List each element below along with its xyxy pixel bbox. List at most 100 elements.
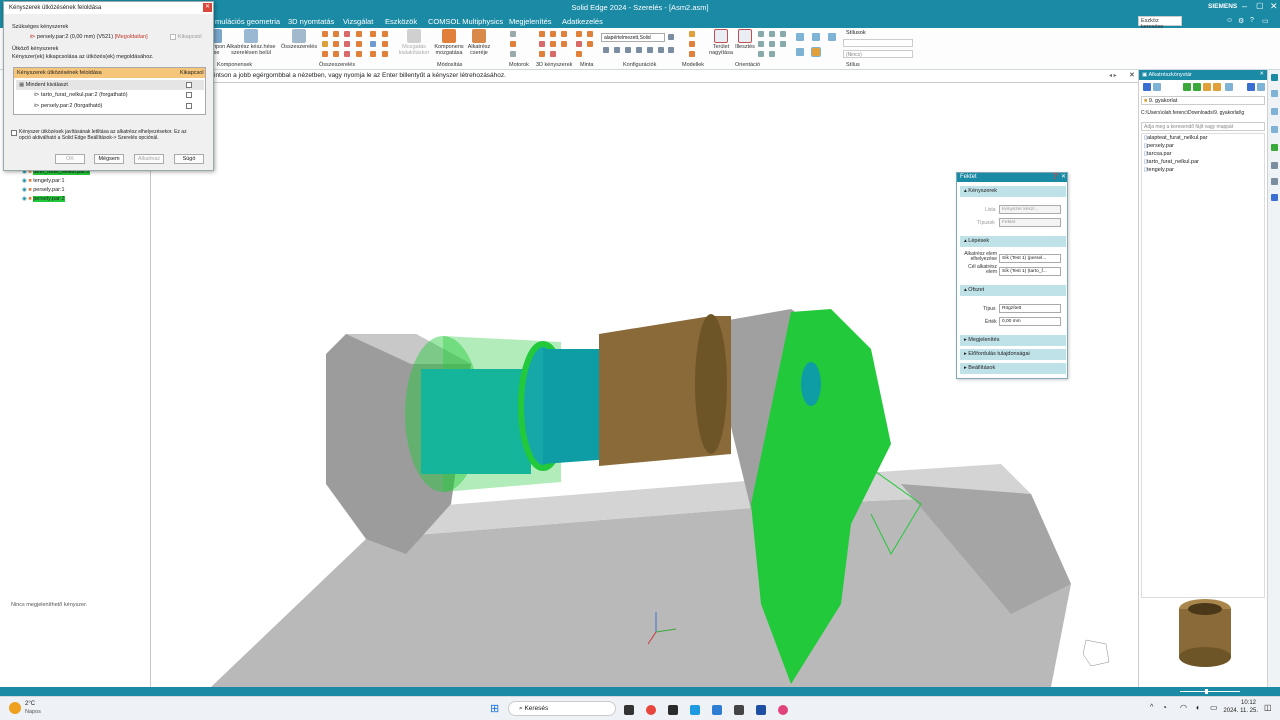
model-icon[interactable] — [689, 41, 695, 47]
needed-toggle-checkbox[interactable] — [170, 34, 176, 40]
section-settings[interactable]: ▸ Beállítások — [960, 363, 1066, 374]
tab-icon[interactable] — [1271, 144, 1278, 151]
folder-new-icon[interactable] — [1213, 83, 1221, 91]
tipusok-select[interactable]: Fektet — [999, 218, 1061, 227]
ok-button[interactable]: OK — [55, 154, 85, 164]
motor-icon[interactable] — [510, 41, 516, 47]
table-row[interactable]: ▦ Mindent kiválaszt — [16, 80, 204, 90]
app-icon[interactable] — [712, 705, 722, 715]
constraint-icon[interactable] — [382, 41, 388, 47]
apply-button[interactable]: Alkalmaz — [134, 154, 164, 164]
row-checkbox[interactable] — [186, 82, 192, 88]
view-icon[interactable] — [769, 51, 775, 57]
prompt-close-icon[interactable]: ✕ — [1129, 71, 1135, 79]
constraint-icon[interactable] — [344, 51, 350, 57]
constraint-icon[interactable] — [344, 41, 350, 47]
constraint-icon[interactable] — [322, 51, 328, 57]
3d-constraint-icon[interactable] — [561, 41, 567, 47]
notification-icon[interactable]: ◫ — [1264, 703, 1272, 712]
dialog-close-button[interactable]: ✕ — [203, 3, 212, 12]
section-occurrence[interactable]: ▸ Előfordulás tulajdonságai — [960, 349, 1066, 360]
assemble-button[interactable]: Összeszerelés — [281, 29, 317, 50]
view-cube-icon[interactable] — [828, 33, 836, 41]
nav-back-icon[interactable] — [1183, 83, 1191, 91]
library-close-icon[interactable]: ✕ — [1259, 71, 1264, 77]
constraint-icon[interactable] — [370, 41, 376, 47]
file-item[interactable]: ▯tengely.par — [1144, 167, 1174, 173]
tab-icon[interactable] — [1271, 194, 1278, 201]
view-cube-icon[interactable] — [796, 33, 804, 41]
3d-constraint-icon[interactable] — [550, 31, 556, 37]
shaded-view-icon[interactable] — [811, 47, 821, 57]
view-icon[interactable] — [780, 41, 786, 47]
constraint-icon[interactable] — [382, 31, 388, 37]
view-icon[interactable] — [758, 41, 764, 47]
3d-constraint-icon[interactable] — [550, 51, 556, 57]
window-restore-icon[interactable]: ▭ — [1262, 17, 1269, 25]
section-constraints[interactable]: ▴ Kényszerek — [960, 186, 1066, 197]
model-icon[interactable] — [689, 31, 695, 37]
view-icon[interactable] — [758, 31, 764, 37]
maximize-button[interactable]: ▢ — [1256, 1, 1264, 10]
view-cube-icon[interactable] — [812, 33, 820, 41]
config-icon[interactable] — [625, 47, 631, 53]
3d-constraint-icon[interactable] — [561, 31, 567, 37]
tab-icon[interactable] — [1271, 126, 1278, 133]
back-icon[interactable] — [1143, 83, 1151, 91]
pattern-icon[interactable] — [576, 31, 582, 37]
section-display[interactable]: ▸ Megjelenítés — [960, 335, 1066, 346]
constraint-icon[interactable] — [344, 31, 350, 37]
search-icon[interactable] — [1257, 83, 1265, 91]
menu-item[interactable]: Vizsgálat — [343, 17, 373, 26]
visibility-icon[interactable]: ◉ — [22, 178, 27, 184]
tab-icon[interactable] — [1271, 178, 1278, 185]
constraint-icon[interactable] — [370, 51, 376, 57]
view-cube[interactable] — [1082, 639, 1110, 667]
home-icon[interactable] — [1153, 83, 1161, 91]
config-icon[interactable] — [668, 47, 674, 53]
pattern-icon[interactable] — [576, 41, 582, 47]
section-offset[interactable]: ▴ Ofszet — [960, 285, 1066, 296]
constraint-icon[interactable] — [370, 31, 376, 37]
motor-icon[interactable] — [510, 31, 516, 37]
disable-fix-checkbox[interactable] — [11, 130, 17, 136]
visibility-icon[interactable]: ◉ — [22, 196, 27, 202]
config-icon[interactable] — [614, 47, 620, 53]
model-icon[interactable] — [689, 51, 695, 57]
zoom-area-button[interactable]: Terület nagyítása — [707, 29, 735, 56]
constraint-icon[interactable] — [356, 51, 362, 57]
taskbar-search[interactable]: ⌕ Keresés — [508, 701, 616, 716]
solid-edge-icon[interactable] — [756, 705, 766, 715]
menu-item[interactable]: 3D nyomtatás — [288, 17, 334, 26]
pattern-icon[interactable] — [587, 31, 593, 37]
edge-icon[interactable] — [690, 705, 700, 715]
file-item[interactable]: ▯alapteat_furat_nelkul.par — [1144, 135, 1208, 141]
zoom-slider-thumb[interactable] — [1205, 689, 1208, 694]
pattern-icon[interactable] — [587, 41, 593, 47]
clock-date[interactable]: 2024. 11. 25. — [1220, 708, 1258, 714]
constraint-icon[interactable] — [382, 51, 388, 57]
menu-item[interactable]: COMSOL Multiphysics — [428, 17, 503, 26]
move-component-button[interactable]: Komponens mozgatása — [432, 29, 466, 56]
tree-item[interactable]: ◉ ■ persely.par:2 — [22, 196, 65, 202]
file-item[interactable]: ▯tarcsa.par — [1144, 151, 1172, 157]
3d-constraint-icon[interactable] — [550, 41, 556, 47]
constraint-icon[interactable] — [333, 41, 339, 47]
config-icon[interactable] — [668, 34, 674, 40]
tray-chevron-icon[interactable]: ^ — [1150, 704, 1153, 711]
menu-item[interactable]: Eszközök — [385, 17, 417, 26]
table-row[interactable]: ⧐ tarto_furat_nelkul.par:2 (forgatható) — [34, 92, 128, 98]
menu-item[interactable]: mulációs geometria — [215, 17, 280, 26]
lista-select[interactable]: Kényszer készí... — [999, 205, 1061, 214]
ertek-select[interactable]: 0,00 mm — [999, 317, 1061, 326]
motor-icon[interactable] — [510, 51, 516, 57]
view-icon[interactable] — [769, 31, 775, 37]
menu-item[interactable]: Megjelenítés — [509, 17, 552, 26]
minimize-button[interactable]: – — [1242, 1, 1247, 11]
help-icon[interactable]: ❓ — [1052, 173, 1059, 180]
close-icon[interactable]: ✕ — [1061, 173, 1066, 180]
filter-icon[interactable] — [1247, 83, 1255, 91]
tab-icon[interactable] — [1271, 108, 1278, 115]
view-icon[interactable] — [769, 41, 775, 47]
start-icon[interactable]: ⊞ — [490, 702, 499, 715]
